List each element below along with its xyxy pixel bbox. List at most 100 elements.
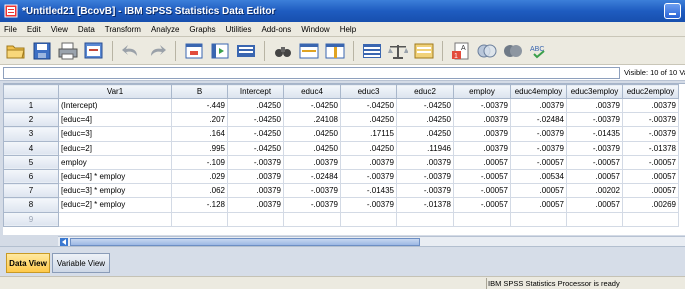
data-cell[interactable]: -.04250 <box>396 97 454 114</box>
data-cell[interactable]: -.04250 <box>227 126 284 142</box>
row-number[interactable]: 2 <box>3 112 59 128</box>
menu-utilities[interactable]: Utilities <box>226 25 252 34</box>
data-cell[interactable]: .00202 <box>566 183 623 199</box>
column-header[interactable]: Var1 <box>58 84 172 99</box>
data-cell[interactable]: -.00379 <box>622 126 679 142</box>
data-cell[interactable]: -.01378 <box>396 197 454 213</box>
column-header[interactable]: educ4 <box>283 84 341 99</box>
data-cell[interactable]: .00379 <box>453 112 511 128</box>
data-cell[interactable]: -.00379 <box>453 97 511 114</box>
show-all-variables-button[interactable] <box>503 41 523 61</box>
minimize-button[interactable] <box>664 3 681 19</box>
tab-data-view[interactable]: Data View <box>6 253 50 273</box>
data-cell[interactable]: -.04250 <box>283 97 341 114</box>
column-header[interactable]: educ3employ <box>566 84 623 99</box>
scroll-left-button[interactable] <box>60 238 68 246</box>
data-cell[interactable]: -.00057 <box>453 168 511 185</box>
use-variable-sets-button[interactable] <box>477 41 497 61</box>
split-file-button[interactable] <box>362 41 382 61</box>
undo-button[interactable] <box>121 41 141 61</box>
go-to-case-button[interactable] <box>184 41 204 61</box>
data-cell[interactable]: -.00057 <box>510 154 567 170</box>
data-cell[interactable]: .00379 <box>566 97 623 114</box>
data-cell[interactable]: .00269 <box>622 197 679 213</box>
data-cell[interactable]: .164 <box>171 126 228 142</box>
data-cell[interactable]: .00379 <box>453 126 511 142</box>
data-cell[interactable]: -.00379 <box>340 197 397 213</box>
data-cell[interactable]: .17115 <box>340 126 397 142</box>
data-cell[interactable]: [educ=2] <box>58 140 172 156</box>
data-cell[interactable]: -.04250 <box>227 112 284 128</box>
data-cell[interactable]: -.00379 <box>340 168 397 185</box>
redo-button[interactable] <box>147 41 167 61</box>
data-cell[interactable] <box>396 211 454 227</box>
data-cell[interactable]: .00057 <box>510 183 567 199</box>
data-cell[interactable]: .00379 <box>227 183 284 199</box>
row-header-corner[interactable] <box>3 84 59 99</box>
row-number[interactable]: 3 <box>3 126 59 142</box>
data-cell[interactable]: -.02484 <box>510 112 567 128</box>
data-cell[interactable]: .029 <box>171 168 228 185</box>
menu-help[interactable]: Help <box>340 25 356 34</box>
dialog-recall-button[interactable] <box>84 41 104 61</box>
data-cell[interactable]: .00534 <box>510 168 567 185</box>
data-cell[interactable]: -.00057 <box>453 197 511 213</box>
data-cell[interactable]: -.00379 <box>566 112 623 128</box>
data-cell[interactable] <box>566 211 623 227</box>
data-cell[interactable]: [educ=3] <box>58 126 172 142</box>
data-cell[interactable]: [educ=4] * employ <box>58 168 172 185</box>
data-cell[interactable]: .00379 <box>396 154 454 170</box>
row-number[interactable]: 9 <box>3 211 59 227</box>
data-cell[interactable]: .00057 <box>622 183 679 199</box>
data-cell[interactable]: .00379 <box>622 97 679 114</box>
data-cell[interactable]: .00379 <box>283 154 341 170</box>
row-number[interactable]: 6 <box>3 168 59 185</box>
data-cell[interactable]: .00057 <box>453 154 511 170</box>
column-header[interactable]: educ2 <box>396 84 454 99</box>
data-cell[interactable]: .11946 <box>396 140 454 156</box>
data-cell[interactable]: -.02484 <box>283 168 341 185</box>
data-cell[interactable]: .04250 <box>227 97 284 114</box>
data-cell[interactable] <box>283 211 341 227</box>
row-number[interactable]: 1 <box>3 97 59 114</box>
column-header[interactable]: employ <box>453 84 511 99</box>
find-button[interactable] <box>273 41 293 61</box>
data-cell[interactable]: -.449 <box>171 97 228 114</box>
horizontal-scrollbar[interactable] <box>58 236 685 246</box>
data-cell[interactable]: -.01435 <box>566 126 623 142</box>
data-cell[interactable]: -.00057 <box>622 154 679 170</box>
data-cell[interactable]: .00057 <box>566 197 623 213</box>
data-cell[interactable]: .00057 <box>510 197 567 213</box>
data-cell[interactable]: .00057 <box>566 168 623 185</box>
data-cell[interactable]: .04250 <box>396 126 454 142</box>
data-cell[interactable]: -.109 <box>171 154 228 170</box>
menu-window[interactable]: Window <box>301 25 329 34</box>
cell-editor-input[interactable] <box>3 67 620 79</box>
data-cell[interactable]: -.00379 <box>396 183 454 199</box>
column-header[interactable]: educ2employ <box>622 84 679 99</box>
scrollbar-thumb[interactable] <box>70 238 420 246</box>
data-cell[interactable]: employ <box>58 154 172 170</box>
data-cell[interactable]: [educ=2] * employ <box>58 197 172 213</box>
data-cell[interactable]: -.00379 <box>510 140 567 156</box>
menu-add-ons[interactable]: Add-ons <box>261 25 291 34</box>
go-to-variable-button[interactable] <box>210 41 230 61</box>
row-number[interactable]: 5 <box>3 154 59 170</box>
data-cell[interactable]: .00379 <box>510 97 567 114</box>
column-header[interactable]: B <box>171 84 228 99</box>
data-cell[interactable]: -.00379 <box>227 154 284 170</box>
menu-file[interactable]: File <box>4 25 17 34</box>
column-header[interactable]: educ3 <box>340 84 397 99</box>
data-cell[interactable]: -.00379 <box>396 168 454 185</box>
print-button[interactable] <box>58 41 78 61</box>
data-cell[interactable]: -.01435 <box>340 183 397 199</box>
menu-data[interactable]: Data <box>78 25 95 34</box>
open-button[interactable] <box>6 41 26 61</box>
menu-analyze[interactable]: Analyze <box>151 25 179 34</box>
data-cell[interactable] <box>340 211 397 227</box>
data-cell[interactable]: .04250 <box>283 140 341 156</box>
data-cell[interactable]: -.00379 <box>566 140 623 156</box>
data-cell[interactable]: .00379 <box>453 140 511 156</box>
data-cell[interactable]: .04250 <box>283 126 341 142</box>
data-cell[interactable]: -.00379 <box>510 126 567 142</box>
